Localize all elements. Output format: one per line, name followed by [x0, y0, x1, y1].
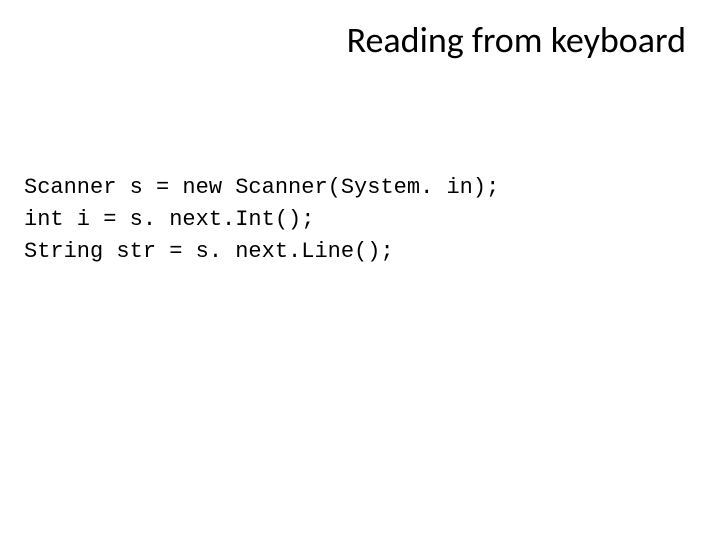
code-line-1: Scanner s = new Scanner(System. in); — [24, 175, 499, 200]
code-line-2: int i = s. next.Int(); — [24, 207, 314, 232]
slide-title: Reading from keyboard — [347, 18, 686, 62]
code-block: Scanner s = new Scanner(System. in); int… — [24, 140, 499, 268]
code-line-3: String str = s. next.Line(); — [24, 239, 394, 264]
